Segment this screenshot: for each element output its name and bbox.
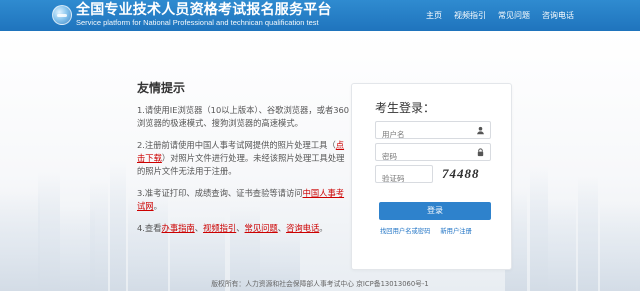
tip-2-text-post: ）对照片文件进行处理。未经该照片处理工具处理的照片文件无法用于注册。 bbox=[137, 153, 345, 176]
tip-4-separator: 、 bbox=[194, 223, 204, 233]
captcha-field bbox=[375, 165, 433, 187]
pta-logo-icon bbox=[52, 5, 72, 25]
username-input[interactable] bbox=[376, 126, 468, 143]
username-field bbox=[375, 121, 491, 143]
tip-3-text-pre: 3.准考证打印、成绩查询、证书查验等请访问 bbox=[137, 188, 303, 198]
tip-3-text-post: 。 bbox=[153, 201, 162, 211]
main-area: 友情提示 1.请使用IE浏览器（10以上版本）、谷歌浏览器，或者360浏览器的极… bbox=[0, 31, 640, 291]
tip-4-separator: 、 bbox=[236, 223, 245, 233]
tip-4-text-pre: 4.查看 bbox=[137, 223, 162, 233]
forgot-credentials-link[interactable]: 找回用户名或密码 bbox=[380, 228, 430, 235]
footer-copyright: 版权所有：人力资源和社会保障部人事考试中心 京ICP备13013060号-1 bbox=[211, 280, 429, 288]
captcha-image[interactable]: 74488 bbox=[439, 165, 493, 183]
tip-4-separator: 、 bbox=[277, 223, 287, 233]
nav-faq-link[interactable]: 常见问题 bbox=[498, 10, 530, 22]
hotline-link[interactable]: 咨询电话 bbox=[286, 223, 319, 233]
tips-panel: 友情提示 1.请使用IE浏览器（10以上版本）、谷歌浏览器，或者360浏览器的极… bbox=[137, 79, 352, 244]
top-nav: 主页 视频指引 常见问题 咨询电话 bbox=[426, 10, 574, 22]
tip-2: 2.注册前请使用中国人事考试网提供的照片处理工具（点击下载）对照片文件进行处理。… bbox=[137, 139, 352, 178]
login-button[interactable]: 登录 bbox=[379, 202, 491, 220]
register-link[interactable]: 新用户注册 bbox=[440, 228, 471, 235]
user-icon bbox=[477, 126, 484, 135]
footer: 版权所有：人力资源和社会保障部人事考试中心 京ICP备13013060号-1 bbox=[0, 274, 640, 291]
nav-hotline-link[interactable]: 咨询电话 bbox=[542, 10, 574, 22]
tips-title: 友情提示 bbox=[137, 81, 186, 95]
top-banner: 全国专业技术人员资格考试报名服务平台 Service platform for … bbox=[0, 0, 640, 31]
login-panel: 考生登录： 74488 登录 找回用户名或密码 新用户注册 bbox=[351, 83, 512, 270]
tip-1-text: 1.请使用IE浏览器（10以上版本）、谷歌浏览器，或者360浏览器的极速模式、搜… bbox=[137, 105, 350, 128]
captcha-text: 74488 bbox=[442, 166, 480, 181]
lock-icon bbox=[477, 148, 484, 157]
login-links: 找回用户名或密码 新用户注册 bbox=[380, 226, 472, 235]
site-title: 全国专业技术人员资格考试报名服务平台 bbox=[76, 2, 332, 18]
nav-home-link[interactable]: 主页 bbox=[426, 10, 442, 22]
guide-link[interactable]: 办事指南 bbox=[162, 223, 195, 233]
tip-2-text-pre: 2.注册前请使用中国人事考试网提供的照片处理工具（ bbox=[137, 140, 336, 150]
video-guide-link[interactable]: 视频指引 bbox=[203, 223, 236, 233]
nav-video-guide-link[interactable]: 视频指引 bbox=[454, 10, 486, 22]
password-field bbox=[375, 143, 491, 165]
tip-1: 1.请使用IE浏览器（10以上版本）、谷歌浏览器，或者360浏览器的极速模式、搜… bbox=[137, 104, 352, 130]
faq-link[interactable]: 常见问题 bbox=[245, 223, 278, 233]
tip-4-text-post: 。 bbox=[319, 223, 328, 233]
tip-3: 3.准考证打印、成绩查询、证书查验等请访问中国人事考试网。 bbox=[137, 187, 352, 213]
password-input[interactable] bbox=[376, 148, 468, 165]
site-subtitle: Service platform for National Profession… bbox=[76, 18, 319, 27]
captcha-input[interactable] bbox=[376, 170, 432, 187]
tip-4: 4.查看办事指南、视频指引、常见问题、咨询电话。 bbox=[137, 222, 352, 235]
login-title: 考生登录： bbox=[375, 101, 436, 115]
